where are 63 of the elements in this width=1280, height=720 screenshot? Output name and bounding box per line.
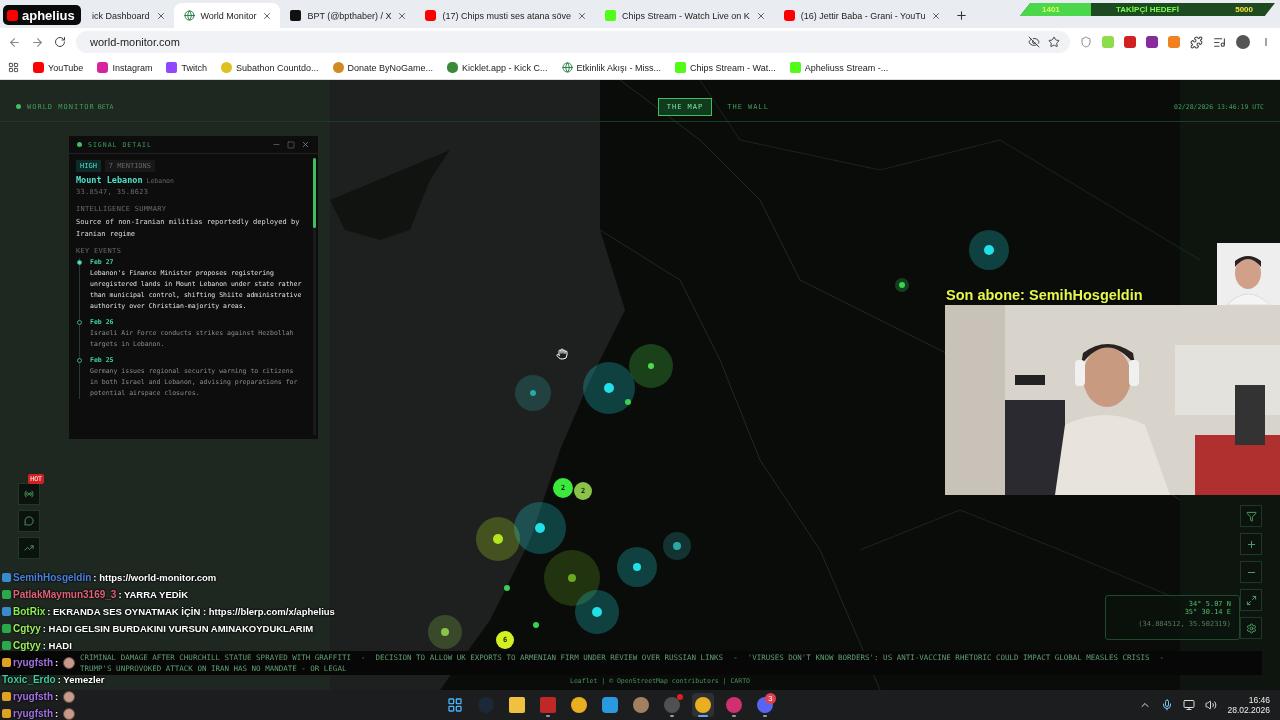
close-icon[interactable] bbox=[397, 10, 408, 21]
globe-icon bbox=[183, 10, 195, 21]
site-icon bbox=[332, 62, 344, 73]
goal-label: TAKİPÇİ HEDEFİ bbox=[1116, 5, 1179, 14]
site-icon bbox=[33, 62, 44, 73]
close-icon[interactable] bbox=[931, 10, 942, 21]
media-icon[interactable] bbox=[1213, 35, 1226, 49]
goal-current: 1401 bbox=[1042, 5, 1060, 14]
bookmark[interactable]: YouTube bbox=[33, 62, 84, 73]
reload-icon[interactable] bbox=[54, 36, 66, 48]
extension-icon[interactable] bbox=[1124, 36, 1136, 48]
network-icon[interactable] bbox=[1183, 699, 1196, 711]
site-icon bbox=[783, 10, 795, 21]
bookmark[interactable]: Chips Stream - Wat... bbox=[675, 62, 776, 73]
bookmark[interactable]: Donate ByNoGame... bbox=[332, 62, 434, 73]
browser-tab[interactable]: ick Dashboard bbox=[82, 3, 174, 28]
close-icon[interactable] bbox=[576, 10, 587, 21]
shield-icon[interactable] bbox=[1080, 36, 1092, 48]
forward-icon[interactable] bbox=[31, 35, 44, 49]
apps-icon[interactable] bbox=[8, 62, 19, 73]
close-icon[interactable] bbox=[155, 10, 166, 21]
chat-username: ryugfsth bbox=[13, 708, 53, 719]
channel-logo: aphelius bbox=[3, 5, 81, 25]
site-icon bbox=[425, 10, 437, 21]
close-icon[interactable] bbox=[262, 10, 273, 21]
address-field[interactable]: world-monitor.com bbox=[76, 31, 1070, 53]
clock-date[interactable]: 28.02.2026 bbox=[1227, 705, 1270, 715]
close-icon[interactable] bbox=[755, 10, 766, 21]
bookmark[interactable]: Instagram bbox=[97, 62, 153, 73]
browser-tab[interactable]: (17) Chips musti ses atana söve bbox=[415, 3, 595, 28]
chat-message: : bbox=[55, 708, 59, 719]
site-icon bbox=[789, 62, 801, 73]
play-icon bbox=[7, 9, 18, 21]
bookmark[interactable]: Apheliuss Stream -... bbox=[789, 62, 889, 73]
microphone-icon[interactable] bbox=[1161, 699, 1174, 711]
bookmark[interactable]: Kicklet.app - Kick C... bbox=[447, 62, 548, 73]
clock-time[interactable]: 16:46 bbox=[1248, 695, 1270, 705]
browser-tab[interactable]: BPT (@bpthaber) / X bbox=[280, 3, 416, 28]
site-icon bbox=[675, 62, 687, 73]
profile-avatar[interactable] bbox=[1236, 35, 1250, 49]
back-icon[interactable] bbox=[8, 35, 21, 49]
site-icon bbox=[166, 62, 178, 73]
goal-target: 5000 bbox=[1235, 5, 1253, 14]
globe-icon bbox=[561, 62, 573, 73]
site-icon bbox=[97, 62, 109, 73]
puzzle-icon[interactable] bbox=[1190, 35, 1203, 49]
bookmark[interactable]: Twitch bbox=[166, 62, 207, 73]
site-icon bbox=[220, 62, 232, 73]
extension-icon[interactable] bbox=[1146, 36, 1158, 48]
browser-tab[interactable]: World Monitor bbox=[173, 3, 281, 28]
bookmark[interactable]: Etkinlik Akışı - Miss... bbox=[561, 62, 662, 73]
volume-icon[interactable] bbox=[1205, 699, 1218, 711]
chat-username: ryugfsth bbox=[13, 691, 53, 702]
bookmark[interactable]: Subathon Countdo... bbox=[220, 62, 319, 73]
browser-tab[interactable]: (16) Jettir Baba - Grani - YouTu bbox=[773, 3, 950, 28]
site-icon bbox=[604, 10, 616, 21]
eye-off-icon[interactable] bbox=[1028, 36, 1040, 48]
x-logo-icon bbox=[290, 10, 302, 21]
star-icon[interactable] bbox=[1048, 36, 1060, 48]
site-icon bbox=[447, 62, 459, 73]
new-tab-icon[interactable] bbox=[955, 9, 969, 22]
browser-tab[interactable]: Chips Stream - Watch Live on K bbox=[594, 3, 774, 28]
chat-message: : bbox=[55, 691, 59, 702]
